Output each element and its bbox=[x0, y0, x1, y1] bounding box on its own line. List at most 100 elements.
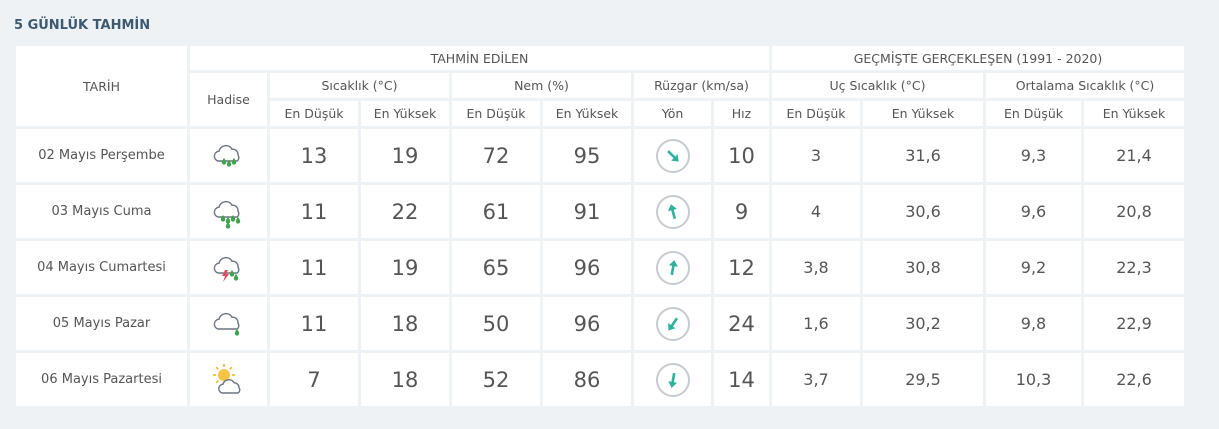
wind-arrow-icon bbox=[666, 149, 679, 162]
cloud-heavy-rain-icon bbox=[213, 200, 240, 229]
wind-compass bbox=[655, 306, 690, 341]
header-uc-sicaklik: Uç Sıcaklık (°C) bbox=[772, 73, 983, 98]
wind-speed-cell: 12 bbox=[714, 241, 769, 294]
weather-cell bbox=[190, 353, 267, 406]
average-low-cell: 9,3 bbox=[986, 129, 1081, 182]
subheader-temp-high: En Yüksek bbox=[361, 101, 449, 126]
header-tahmin-edilen: TAHMİN EDİLEN bbox=[190, 46, 769, 70]
average-high-cell: 22,6 bbox=[1084, 353, 1184, 406]
humidity-high-cell: 96 bbox=[543, 297, 631, 350]
date-cell: 06 Mayıs Pazartesi bbox=[16, 353, 187, 406]
average-low-cell: 9,6 bbox=[986, 185, 1081, 238]
date-cell: 05 Mayıs Pazar bbox=[16, 297, 187, 350]
date-cell: 02 Mayıs Perşembe bbox=[16, 129, 187, 182]
weather-cell bbox=[190, 129, 267, 182]
subheader-hiz: Hız bbox=[714, 101, 769, 126]
humidity-low-cell: 65 bbox=[452, 241, 540, 294]
average-low-cell: 10,3 bbox=[986, 353, 1081, 406]
average-high-cell: 22,9 bbox=[1084, 297, 1184, 350]
wind-arrow-icon bbox=[667, 203, 677, 219]
header-tarih: TARİH bbox=[16, 46, 187, 126]
extreme-low-cell: 4 bbox=[772, 185, 860, 238]
weather-cell bbox=[190, 297, 267, 350]
cloud-light-rain-icon bbox=[213, 312, 240, 336]
extreme-high-cell: 30,2 bbox=[863, 297, 983, 350]
temp-low-cell: 11 bbox=[270, 297, 358, 350]
wind-compass bbox=[655, 194, 690, 229]
cloud-rain-icon bbox=[213, 144, 240, 167]
extreme-high-cell: 30,8 bbox=[863, 241, 983, 294]
temp-high-cell: 19 bbox=[361, 129, 449, 182]
extreme-low-cell: 3,8 bbox=[772, 241, 860, 294]
extreme-high-cell: 31,6 bbox=[863, 129, 983, 182]
wind-arrow-icon bbox=[667, 317, 678, 331]
date-cell: 04 Mayıs Cumartesi bbox=[16, 241, 187, 294]
wind-arrow-icon bbox=[668, 259, 678, 275]
average-low-cell: 9,2 bbox=[986, 241, 1081, 294]
header-ruzgar: Rüzgar (km/sa) bbox=[634, 73, 769, 98]
extreme-low-cell: 3,7 bbox=[772, 353, 860, 406]
header-nem: Nem (%) bbox=[452, 73, 631, 98]
humidity-low-cell: 52 bbox=[452, 353, 540, 406]
subheader-ext-high: En Yüksek bbox=[863, 101, 983, 126]
subheader-ext-low: En Düşük bbox=[772, 101, 860, 126]
header-hadise: Hadise bbox=[190, 73, 267, 126]
wind-direction-cell bbox=[634, 185, 711, 238]
header-ortalama-sicaklik: Ortalama Sıcaklık (°C) bbox=[986, 73, 1184, 98]
wind-arrow-icon bbox=[667, 372, 677, 388]
subheader-temp-low: En Düşük bbox=[270, 101, 358, 126]
average-high-cell: 22,3 bbox=[1084, 241, 1184, 294]
section-title: 5 GÜNLÜK TAHMİN bbox=[14, 18, 151, 33]
subheader-avg-low: En Düşük bbox=[986, 101, 1081, 126]
partly-cloudy-icon bbox=[212, 363, 240, 394]
weather-cell bbox=[190, 185, 267, 238]
forecast-row: 03 Mayıs Cuma 11 22 61 91 9 4 30,6 9,6 20,8 bbox=[16, 185, 1184, 238]
humidity-high-cell: 96 bbox=[543, 241, 631, 294]
humidity-low-cell: 72 bbox=[452, 129, 540, 182]
subheader-hum-low: En Düşük bbox=[452, 101, 540, 126]
subheader-avg-high: En Yüksek bbox=[1084, 101, 1184, 126]
temp-high-cell: 22 bbox=[361, 185, 449, 238]
extreme-low-cell: 3 bbox=[772, 129, 860, 182]
forecast-row: 05 Mayıs Pazar 11 18 50 96 24 1,6 30,2 9,8 22,9 bbox=[16, 297, 1184, 350]
temp-high-cell: 18 bbox=[361, 297, 449, 350]
humidity-high-cell: 86 bbox=[543, 353, 631, 406]
temp-low-cell: 11 bbox=[270, 241, 358, 294]
average-low-cell: 9,8 bbox=[986, 297, 1081, 350]
humidity-low-cell: 50 bbox=[452, 297, 540, 350]
wind-speed-cell: 14 bbox=[714, 353, 769, 406]
forecast-row: 06 Mayıs Pazartesi 7 18 52 86 14 3,7 29,5 10,3 2… bbox=[16, 353, 1184, 406]
wind-direction-cell bbox=[634, 297, 711, 350]
wind-speed-cell: 10 bbox=[714, 129, 769, 182]
wind-direction-cell bbox=[634, 129, 711, 182]
wind-compass bbox=[655, 250, 690, 285]
wind-speed-cell: 24 bbox=[714, 297, 769, 350]
humidity-low-cell: 61 bbox=[452, 185, 540, 238]
temp-low-cell: 7 bbox=[270, 353, 358, 406]
subheader-yon: Yön bbox=[634, 101, 711, 126]
temp-low-cell: 13 bbox=[270, 129, 358, 182]
temp-low-cell: 11 bbox=[270, 185, 358, 238]
wind-compass bbox=[655, 138, 690, 173]
forecast-row: 04 Mayıs Cumartesi 11 19 65 96 12 3,8 30,8 9,2 2… bbox=[16, 241, 1184, 294]
wind-speed-cell: 9 bbox=[714, 185, 769, 238]
temp-high-cell: 18 bbox=[361, 353, 449, 406]
extreme-high-cell: 29,5 bbox=[863, 353, 983, 406]
humidity-high-cell: 95 bbox=[543, 129, 631, 182]
average-high-cell: 20,8 bbox=[1084, 185, 1184, 238]
forecast-table: TARİH TAHMİN EDİLEN GEÇMİŞTE GERÇEKLEŞEN… bbox=[13, 43, 1187, 409]
humidity-high-cell: 91 bbox=[543, 185, 631, 238]
weather-cell bbox=[190, 241, 267, 294]
wind-compass bbox=[655, 362, 690, 397]
header-sicaklik: Sıcaklık (°C) bbox=[270, 73, 449, 98]
wind-direction-cell bbox=[634, 353, 711, 406]
subheader-hum-high: En Yüksek bbox=[543, 101, 631, 126]
temp-high-cell: 19 bbox=[361, 241, 449, 294]
extreme-low-cell: 1,6 bbox=[772, 297, 860, 350]
forecast-row: 02 Mayıs Perşembe 13 19 72 95 10 3 31,6 9,3 21,4 bbox=[16, 129, 1184, 182]
date-cell: 03 Mayıs Cuma bbox=[16, 185, 187, 238]
thunderstorm-icon bbox=[213, 256, 240, 282]
average-high-cell: 21,4 bbox=[1084, 129, 1184, 182]
extreme-high-cell: 30,6 bbox=[863, 185, 983, 238]
header-gecmiste: GEÇMİŞTE GERÇEKLEŞEN (1991 - 2020) bbox=[772, 46, 1184, 70]
